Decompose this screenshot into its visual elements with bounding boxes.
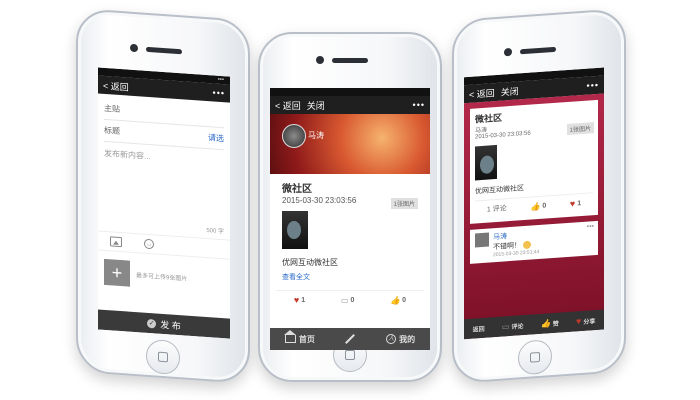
- thumbs-count: 0: [542, 201, 547, 210]
- bottom-back-label: 返回: [472, 326, 485, 334]
- bottom-share-label: 分享: [583, 318, 596, 326]
- tab-bar: 首页 人我的: [270, 328, 430, 350]
- like-button[interactable]: ♥ 1: [294, 295, 305, 305]
- post-detail-card: 微社区 马涛 2015-03-30 23:03:56 1张图片 优网互动微社区 …: [470, 99, 598, 224]
- post-thumbnail[interactable]: [282, 211, 308, 249]
- comment-avatar[interactable]: [475, 232, 489, 248]
- bottom-like-label: 赞: [552, 321, 559, 328]
- thumbs-up-icon: 👍: [530, 201, 541, 212]
- image-count-badge: 1张图片: [390, 198, 418, 209]
- comment-button[interactable]: ▭ 0: [341, 295, 354, 305]
- close-button[interactable]: 关闭: [501, 84, 519, 98]
- phone-center: < 返回 关闭 ••• 马涛 微社区 2015-03-30 23:03:56 1…: [258, 32, 442, 382]
- category-placeholder: 标题: [104, 125, 120, 136]
- publish-label: 发 布: [160, 319, 181, 331]
- heart-icon: ♥: [569, 198, 576, 209]
- status-dots: •••: [217, 76, 224, 84]
- compose-form: 主贴 标题 请选 发布新内容... 500 字: [98, 93, 230, 239]
- post-thumbnail[interactable]: [475, 144, 497, 181]
- topic-label: 主贴: [104, 103, 120, 114]
- speaker-icon: [332, 58, 368, 63]
- status-bar: [270, 88, 430, 96]
- bottom-like-button[interactable]: 👍 赞: [540, 318, 559, 329]
- more-menu-icon[interactable]: •••: [213, 87, 225, 98]
- back-button[interactable]: < 返回: [469, 86, 495, 101]
- user-icon: 人: [386, 334, 397, 344]
- category-select-button[interactable]: 请选: [208, 132, 224, 144]
- navbar: < 返回 关闭 •••: [270, 96, 430, 114]
- like-count: 1: [301, 296, 306, 304]
- avatar[interactable]: [282, 124, 306, 148]
- image-count-badge: 1张图片: [566, 122, 594, 136]
- image-icon[interactable]: [110, 236, 122, 248]
- close-button[interactable]: 关闭: [307, 99, 325, 112]
- read-more-link[interactable]: 查看全文: [282, 272, 418, 282]
- more-menu-icon[interactable]: •••: [587, 80, 599, 91]
- profile-banner: 马涛: [270, 114, 430, 174]
- screen-post-detail: < 返回 关闭 ••• 微社区 马涛 2015-03-30 23:03:56 1…: [464, 67, 604, 340]
- phone-left: ••• < 返回 ••• 主贴 标题 请选 发布新内容... 500 字 ◡ +: [76, 7, 250, 385]
- tab-mine-label: 我的: [399, 334, 416, 344]
- tab-write[interactable]: [344, 334, 356, 344]
- camera-icon: [316, 56, 324, 64]
- heart-icon: ♥: [293, 295, 300, 305]
- emoji-icon: [522, 240, 531, 250]
- back-button[interactable]: < 返回: [103, 78, 129, 93]
- bottom-back-button[interactable]: 返回: [473, 323, 485, 333]
- thumbs-button[interactable]: 👍 0: [530, 200, 546, 211]
- comment-icon: ▭: [340, 295, 349, 305]
- home-icon: [283, 330, 296, 343]
- bottom-share-button[interactable]: ♥ 分享: [576, 315, 595, 326]
- screen-compose: ••• < 返回 ••• 主贴 标题 请选 发布新内容... 500 字 ◡ +: [98, 67, 230, 339]
- body-textarea[interactable]: 发布新内容...: [104, 142, 224, 226]
- camera-icon: [130, 43, 138, 53]
- post-card[interactable]: 微社区 2015-03-30 23:03:56 1张图片 优网互动微社区 查看全…: [276, 174, 424, 286]
- comment-count: 0: [350, 296, 355, 304]
- plus-icon[interactable]: +: [104, 258, 130, 287]
- body-placeholder: 发布新内容...: [104, 148, 151, 162]
- bottom-comment-button[interactable]: ▭ 评论: [502, 321, 524, 332]
- like-button[interactable]: ♥ 1: [569, 198, 582, 209]
- screen-feed: < 返回 关闭 ••• 马涛 微社区 2015-03-30 23:03:56 1…: [270, 88, 430, 350]
- post-text: 优网互动微社区: [282, 258, 338, 267]
- user-name: 马涛: [308, 131, 324, 140]
- pencil-icon: [345, 334, 356, 344]
- comment-menu-icon[interactable]: •••: [587, 223, 594, 231]
- comments-label[interactable]: 1 评论: [487, 203, 507, 214]
- thumbs-button[interactable]: 👍 0: [390, 295, 406, 305]
- post-title: 微社区: [282, 184, 312, 195]
- tab-home[interactable]: 首页: [283, 330, 315, 345]
- back-button[interactable]: < 返回: [275, 99, 301, 112]
- comment-icon: ▭: [501, 321, 510, 332]
- tab-mine[interactable]: 人我的: [386, 334, 415, 345]
- post-actions: ♥ 1 ▭ 0 👍 0: [276, 290, 424, 309]
- tab-home-label: 首页: [298, 334, 315, 344]
- check-icon: ✓: [147, 318, 157, 329]
- comment-body: 马涛 不错啊！ 2015-03-30 23:51:44: [493, 229, 539, 258]
- smile-icon[interactable]: ◡: [144, 238, 154, 250]
- post-actions: 1 评论 👍 0 ♥ 1: [475, 192, 593, 220]
- thumbs-up-icon: 👍: [390, 295, 401, 305]
- heart-icon: ♥: [576, 316, 582, 327]
- like-count: 1: [577, 199, 582, 207]
- thumbs-count: 0: [402, 296, 407, 304]
- phone-right: < 返回 关闭 ••• 微社区 马涛 2015-03-30 23:03:56 1…: [452, 7, 626, 385]
- more-menu-icon[interactable]: •••: [413, 100, 425, 110]
- thumbs-up-icon: 👍: [540, 318, 551, 329]
- upload-hint: 最多可上传9张图片: [136, 272, 188, 283]
- bottom-comment-label: 评论: [511, 323, 524, 331]
- upload-area: + 最多可上传9张图片: [98, 250, 230, 301]
